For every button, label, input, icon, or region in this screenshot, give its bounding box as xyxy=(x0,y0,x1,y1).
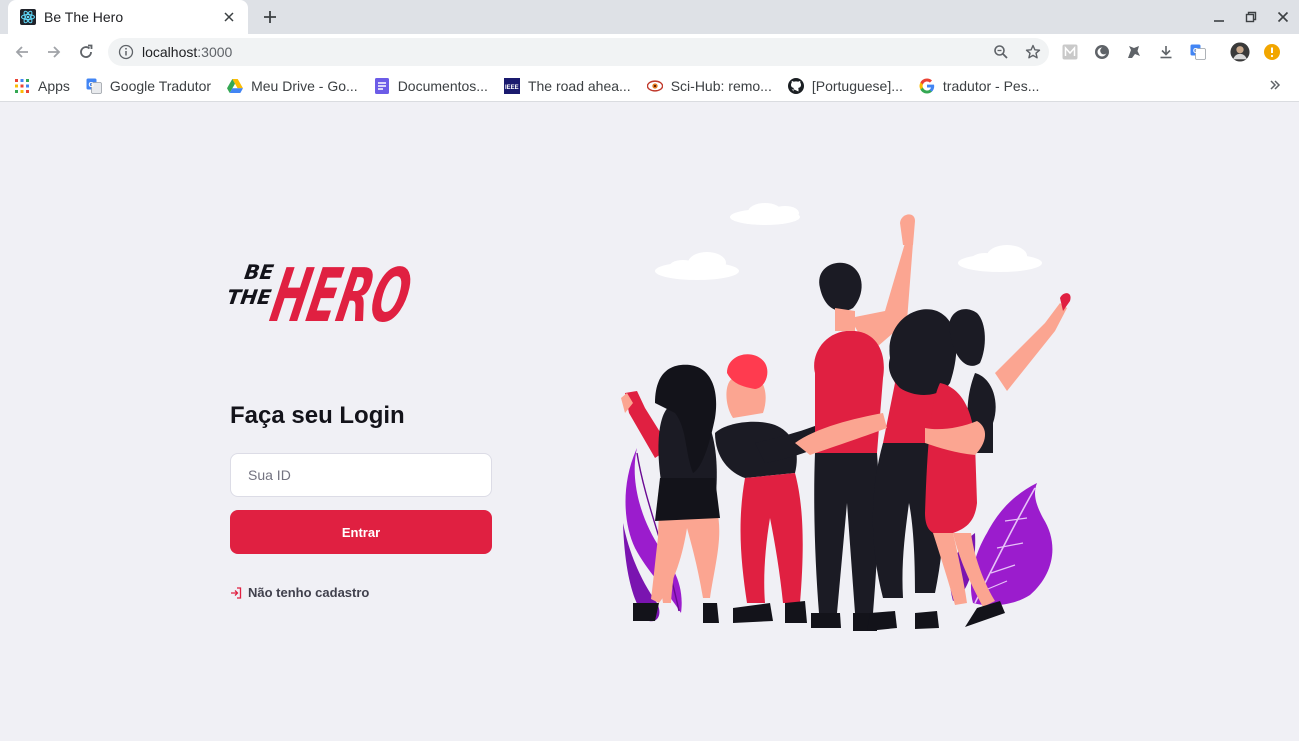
google-icon xyxy=(919,78,935,94)
logo-be: BE xyxy=(243,260,276,284)
tab-close-icon[interactable] xyxy=(220,8,238,26)
register-link[interactable]: Não tenho cadastro xyxy=(230,585,369,600)
bookmark-tradutor[interactable]: tradutor - Pes... xyxy=(919,78,1039,94)
bookmark-label: Documentos... xyxy=(397,77,488,94)
bookmark-label: Meu Drive - Go... xyxy=(251,77,358,94)
site-info-icon[interactable] xyxy=(118,44,134,60)
bookmark-portuguese[interactable]: [Portuguese]... xyxy=(787,77,903,94)
bookmark-label: Apps xyxy=(38,77,70,94)
github-icon xyxy=(787,77,804,94)
url-port: :3000 xyxy=(197,44,233,60)
minimize-icon[interactable] xyxy=(1203,0,1235,34)
back-arrow-icon[interactable] xyxy=(10,40,34,64)
close-window-icon[interactable] xyxy=(1267,0,1299,34)
bookmark-sci-hub[interactable]: Sci-Hub: remo... xyxy=(646,77,772,94)
browser-tabstrip: Be The Hero xyxy=(0,0,1299,34)
bookmark-label: Sci-Hub: remo... xyxy=(670,77,772,94)
tab-title: Be The Hero xyxy=(44,9,124,25)
browser-tab[interactable]: Be The Hero xyxy=(8,0,248,34)
extension-m-icon[interactable] xyxy=(1060,42,1080,62)
google-translate-icon: G xyxy=(86,78,102,94)
id-input[interactable] xyxy=(230,453,492,497)
logo-the: THE xyxy=(229,285,273,309)
update-alert-icon[interactable] xyxy=(1262,42,1282,62)
google-drive-icon xyxy=(227,78,244,94)
cat-extension-icon[interactable] xyxy=(1124,42,1144,62)
register-link-label: Não tenho cadastro xyxy=(248,585,370,600)
svg-text:IEEE: IEEE xyxy=(505,85,519,91)
react-favicon-icon xyxy=(20,9,36,25)
apps-grid-icon xyxy=(14,78,30,94)
page-content: BE THE HERO Faça seu Login Entrar Não te… xyxy=(0,103,1299,741)
new-tab-button[interactable] xyxy=(258,5,282,29)
logo-hero: HERO xyxy=(264,253,418,327)
restore-icon[interactable] xyxy=(1235,0,1267,34)
google-translate-extension-icon[interactable]: G xyxy=(1188,42,1208,62)
zoom-icon[interactable] xyxy=(991,42,1011,62)
browser-toolbar: localhost:3000 G xyxy=(0,34,1299,70)
bookmark-road-ahead[interactable]: IEEE The road ahea... xyxy=(503,77,631,94)
svg-text:G: G xyxy=(88,82,94,89)
forward-arrow-icon[interactable] xyxy=(42,40,66,64)
profile-avatar[interactable] xyxy=(1230,42,1250,62)
url-host: localhost xyxy=(142,44,198,60)
download-icon[interactable] xyxy=(1156,42,1176,62)
bookmark-meu-drive[interactable]: Meu Drive - Go... xyxy=(227,78,358,94)
bookmarks-overflow-chevron-icon[interactable] xyxy=(1269,78,1281,94)
bookmark-label: tradutor - Pes... xyxy=(942,77,1040,94)
bookmarks-bar: Apps G Google Tradutor Meu Drive - Go...… xyxy=(0,70,1299,102)
scihub-icon xyxy=(646,78,663,94)
bookmark-star-icon[interactable] xyxy=(1023,42,1043,62)
bookmark-label: [Portuguese]... xyxy=(811,77,903,94)
reload-icon[interactable] xyxy=(74,40,98,64)
be-the-hero-logo: BE THE HERO xyxy=(229,253,418,327)
google-docs-icon xyxy=(374,77,390,94)
bookmark-label: The road ahea... xyxy=(527,77,631,94)
extensions-area: G xyxy=(1060,42,1282,62)
address-bar[interactable]: localhost:3000 xyxy=(108,38,1049,66)
cloud xyxy=(958,245,1042,272)
cloud xyxy=(655,252,739,280)
login-title: Faça seu Login xyxy=(230,402,405,429)
bookmark-label: Google Tradutor xyxy=(109,77,212,94)
dark-mode-extension-icon[interactable] xyxy=(1092,42,1112,62)
log-in-icon xyxy=(230,586,242,599)
bookmark-google-tradutor[interactable]: G Google Tradutor xyxy=(86,78,211,94)
bookmark-apps[interactable]: Apps xyxy=(14,78,70,94)
window-controls xyxy=(1203,0,1299,34)
cloud xyxy=(730,203,800,225)
svg-text:G: G xyxy=(1193,48,1199,55)
login-button[interactable]: Entrar xyxy=(230,510,492,554)
omnibox-actions xyxy=(991,42,1043,62)
bookmark-documentos[interactable]: Documentos... xyxy=(374,77,488,94)
ieee-icon: IEEE xyxy=(503,77,520,94)
heroes-illustration xyxy=(621,203,1071,631)
